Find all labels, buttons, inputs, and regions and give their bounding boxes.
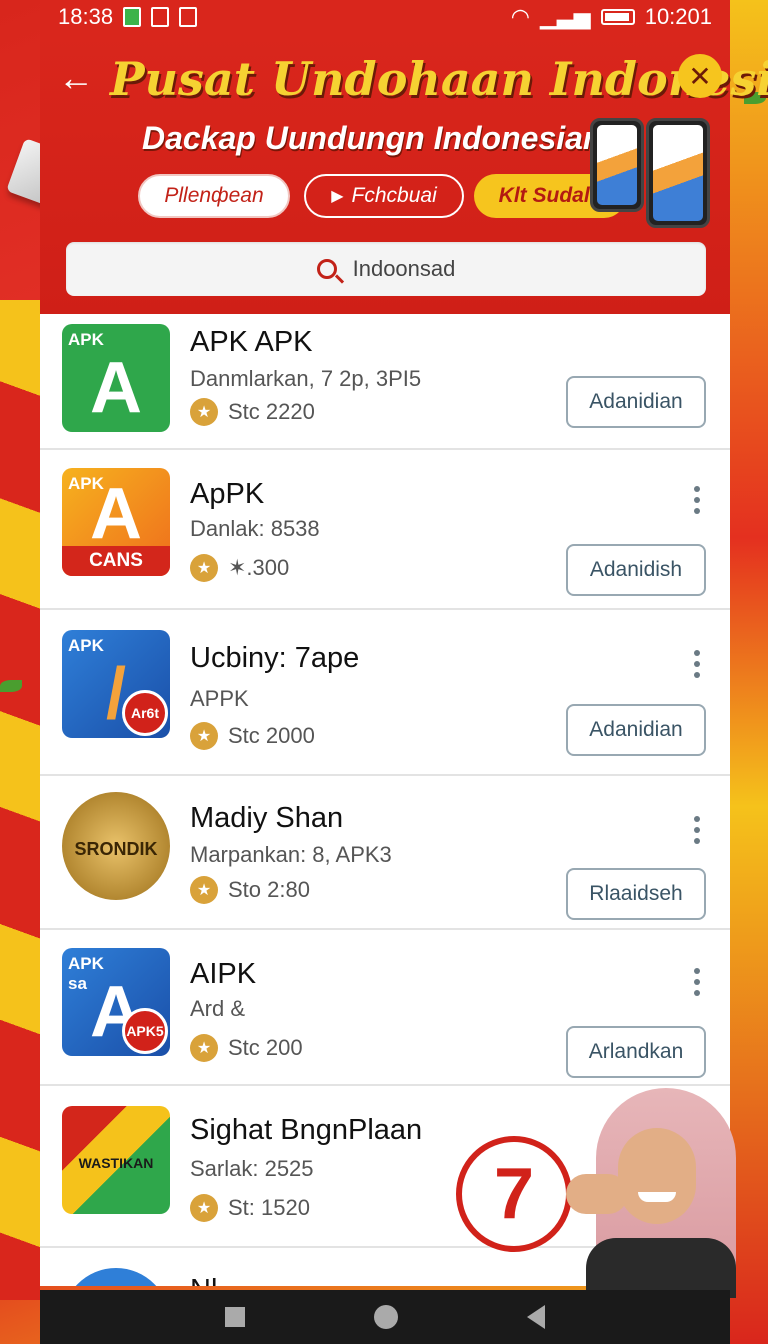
more-options-icon[interactable] [694, 650, 702, 678]
download-button[interactable]: Adanidish [566, 544, 706, 596]
app-name: ApPK [190, 478, 265, 510]
app-rating-text: ✶.300 [228, 555, 290, 580]
status-clock: 10:201 [644, 4, 712, 29]
background-stripes-left [0, 300, 40, 1300]
back-icon[interactable] [527, 1305, 546, 1329]
more-options-icon[interactable] [694, 486, 702, 514]
app-icon-badge: Ar6t [122, 690, 168, 736]
list-item[interactable]: APK A APK APK Danmlarkan, 7 2p, 3PI5 ★ S… [40, 314, 730, 450]
star-icon: ★ [190, 398, 218, 426]
app-icon: SRONDIK [62, 792, 170, 900]
app-icon-tag: APK [68, 330, 104, 349]
download-button[interactable]: Adanidian [566, 704, 706, 756]
system-nav-bar [40, 1290, 730, 1344]
download-button[interactable]: Arlandkan [566, 1026, 706, 1078]
filter-pill-play[interactable]: ▶ Fchcbuai [304, 174, 464, 218]
download-button[interactable]: Adanidian [566, 376, 706, 428]
search-bar[interactable]: Indoonsad [66, 242, 706, 296]
app-name: AIPK [190, 958, 257, 990]
list-item[interactable]: APK A CANS ApPK Danlak: 8538 ★ ✶.300 Ada… [40, 450, 730, 610]
app-subtitle: Ard & [190, 996, 246, 1021]
app-rating-text: Stc 2000 [228, 723, 315, 748]
app-subtitle: Sarlak: 2525 [190, 1156, 314, 1181]
app-icon: APK A [62, 324, 170, 432]
list-item[interactable]: SRONDIK Madіy Shan Marpankan: 8, APK3 ★ … [40, 776, 730, 930]
app-icon: APK / Ar6t [62, 630, 170, 738]
status-time: 18:38 [58, 4, 114, 29]
star-icon: ★ [190, 722, 218, 750]
app-icon-band: CANS [62, 546, 170, 576]
search-input[interactable]: Indoonsad [353, 256, 456, 282]
back-arrow-icon[interactable]: ← [58, 60, 94, 96]
star-icon: ★ [190, 876, 218, 904]
wifi-icon: ◠ [510, 4, 530, 29]
app-rating-text: Sto 2:80 [228, 877, 310, 902]
app-name: Sighat BngnPlaan [190, 1114, 423, 1146]
app-name: Nl... [190, 1274, 242, 1286]
more-options-icon[interactable] [694, 968, 702, 996]
pointing-hand [566, 1174, 628, 1214]
app-name: APK APK [190, 326, 313, 358]
filter-pill[interactable]: Pllenфean [138, 174, 290, 218]
battery-icon [600, 9, 635, 25]
app-rating-text: St: 1520 [228, 1195, 310, 1220]
promo-person-image [566, 1088, 736, 1298]
app-icon-glyph: WASTIKAN [78, 1155, 154, 1171]
app-icon-tag: APK [68, 636, 104, 655]
phone-image [646, 118, 710, 228]
app-icon-badge: APK5 [122, 1008, 168, 1054]
app-icon [62, 1268, 170, 1286]
app-icon: WASTIKAN [62, 1106, 170, 1214]
notification-icon [179, 7, 198, 27]
app-rating: ★ ✶.300 [190, 554, 289, 582]
star-icon: ★ [190, 1194, 218, 1222]
star-icon: ★ [190, 1034, 218, 1062]
page-title: Pusat Undohaan Indonesia [110, 52, 768, 106]
page-subtitle: Dackap Uundungn Indonesian [142, 120, 603, 156]
filter-pill-label: Fchcbuai [351, 184, 437, 207]
home-icon[interactable] [373, 1305, 398, 1329]
app-name: Ucbiny: 7ape [190, 642, 360, 674]
list-item[interactable]: APK / Ar6t Ucbiny: 7ape APPK ★ Stc 2000 … [40, 610, 730, 776]
app-icon-glyph: A [90, 474, 142, 554]
app-rating: ★ Stc 200 [190, 1034, 303, 1062]
star-icon: ★ [190, 554, 218, 582]
notification-icon [151, 7, 170, 27]
promo-number: 7 [456, 1136, 572, 1252]
list-item[interactable]: APK sa A APK5 AIPK Ard & ★ Stc 200 Arlan… [40, 930, 730, 1086]
app-icon-glyph: A [90, 348, 142, 428]
recents-icon[interactable] [224, 1307, 245, 1327]
app-rating: ★ Stc 2220 [190, 398, 315, 426]
app-rating-text: Stc 2220 [228, 399, 315, 424]
signal-icon: ▁▃▅ [539, 4, 591, 29]
app-subtitle: Marpankan: 8, APK3 [190, 842, 392, 867]
app-rating: ★ St: 1520 [190, 1194, 310, 1222]
app-subtitle: APPK [190, 686, 249, 711]
promo-banner[interactable]: 7 [456, 1080, 736, 1298]
download-button[interactable]: Rlaaidseh [566, 868, 706, 920]
header-banner: ← Pusat Undohaan Indonesia ✕ Dackap Uund… [40, 34, 768, 314]
notification-icon [123, 7, 142, 27]
app-icon: APK A CANS [62, 468, 170, 576]
decor-leaf [0, 680, 22, 692]
status-bar: 18:38 ◠ ▁▃▅ 10:201 [40, 0, 730, 34]
phone-image [590, 118, 644, 212]
app-subtitle: Danmlarkan, 7 2p, 3PI5 [190, 366, 422, 391]
play-icon: ▶ [331, 188, 344, 205]
app-subtitle: Danlak: 8538 [190, 516, 320, 541]
app-rating: ★ Sto 2:80 [190, 876, 310, 904]
app-name: Madіy Shan [190, 802, 344, 834]
search-icon [316, 259, 337, 279]
close-button[interactable]: ✕ [678, 54, 722, 98]
app-icon-glyph: SRONDIK [74, 839, 158, 859]
app-rating: ★ Stc 2000 [190, 722, 315, 750]
more-options-icon[interactable] [694, 816, 702, 844]
app-rating-text: Stc 200 [228, 1035, 303, 1060]
devices-illustration [590, 118, 730, 248]
app-icon: APK sa A APK5 [62, 948, 170, 1056]
